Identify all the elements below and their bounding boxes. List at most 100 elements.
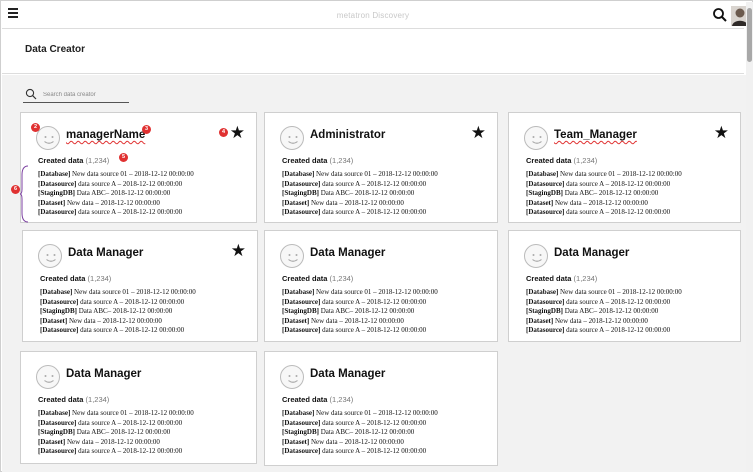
created-data-label: Created data (1,234) bbox=[38, 156, 109, 165]
creator-card[interactable]: Data Manager ★ Created data (1,234) [Databa… bbox=[22, 230, 258, 342]
created-data-entry[interactable]: [Datasource] data source A – 2018-12-12 … bbox=[38, 180, 194, 190]
created-data-entry[interactable]: [Dataset] New data – 2018-12-12 00:00:00 bbox=[282, 199, 438, 209]
entry-text: New data source 01 – 2018-12-12 00:00:00 bbox=[558, 288, 682, 296]
search-input[interactable] bbox=[43, 89, 127, 101]
created-data-entry[interactable]: [Datasource] data source A – 2018-12-12 … bbox=[526, 208, 682, 218]
created-data-entry[interactable]: [Database] New data source 01 – 2018-12-… bbox=[40, 288, 196, 298]
smiley-face-icon bbox=[36, 126, 60, 150]
entry-text: New data source 01 – 2018-12-12 00:00:00 bbox=[314, 409, 438, 417]
created-data-entry[interactable]: [Database] New data source 01 – 2018-12-… bbox=[38, 170, 194, 180]
smiley-face-icon bbox=[36, 365, 60, 389]
created-data-entry[interactable]: [Datasource] data source A – 2018-12-12 … bbox=[526, 298, 682, 308]
creator-card[interactable]: Data Manager Created data (1,234) [Databas… bbox=[20, 351, 257, 464]
created-data-entry[interactable]: [Dataset] New data – 2018-12-12 00:00:00 bbox=[38, 438, 194, 448]
created-data-entry[interactable]: [Datasource] data source A – 2018-12-12 … bbox=[526, 180, 682, 190]
page-title: Data Creator bbox=[25, 44, 86, 55]
entry-type: [Dataset] bbox=[40, 316, 68, 325]
creator-name: Data Manager bbox=[554, 247, 630, 259]
entry-type: [Datasource] bbox=[38, 418, 77, 427]
created-data-count: (1,234) bbox=[329, 156, 354, 165]
star-icon[interactable]: ★ bbox=[714, 124, 729, 141]
created-data-count: (1,234) bbox=[573, 156, 598, 165]
created-data-entry[interactable]: [Datasource] data source A – 2018-12-12 … bbox=[526, 326, 682, 336]
annotation-marker: 4 bbox=[219, 128, 228, 137]
created-data-entry[interactable]: [Datasource] data source A – 2018-12-12 … bbox=[40, 298, 196, 308]
search-icon[interactable] bbox=[712, 7, 728, 23]
annotation-marker: 2 bbox=[31, 123, 40, 132]
created-data-entry[interactable]: [Dataset] New data – 2018-12-12 00:00:00 bbox=[38, 199, 194, 209]
created-data-label: Created data (1,234) bbox=[526, 156, 597, 165]
creator-card[interactable]: Data Manager Created data (1,234) [Databas… bbox=[264, 351, 498, 466]
creator-name: Data Manager bbox=[310, 368, 386, 380]
created-data-entry[interactable]: [Datasource] data source A – 2018-12-12 … bbox=[282, 326, 438, 336]
created-data-entry[interactable]: [StagingDB] Data ABC– 2018-12-12 00:00:0… bbox=[526, 307, 682, 317]
created-data-entry[interactable]: [Datasource] data source A – 2018-12-12 … bbox=[282, 419, 438, 429]
created-data-entry[interactable]: [Database] New data source 01 – 2018-12-… bbox=[282, 170, 438, 180]
created-data-entry[interactable]: [Datasource] data source A – 2018-12-12 … bbox=[38, 419, 194, 429]
entry-text: New data source 01 – 2018-12-12 00:00:00 bbox=[558, 170, 682, 178]
created-data-entry[interactable]: [Dataset] New data – 2018-12-12 00:00:00 bbox=[282, 317, 438, 327]
search-field[interactable] bbox=[23, 87, 129, 103]
entry-text: data source A – 2018-12-12 00:00:00 bbox=[564, 297, 671, 306]
star-icon[interactable]: ★ bbox=[231, 242, 246, 259]
created-data-count: (1,234) bbox=[329, 274, 354, 283]
created-data-entry[interactable]: [StagingDB] Data ABC– 2018-12-12 00:00:0… bbox=[282, 189, 438, 199]
created-data-list: [Database] New data source 01 – 2018-12-… bbox=[526, 288, 682, 336]
created-data-title: Created data bbox=[282, 395, 328, 404]
creator-card[interactable]: Data Manager Created data (1,234) [Databas… bbox=[264, 230, 498, 342]
created-data-label: Created data (1,234) bbox=[282, 395, 353, 404]
created-data-entry[interactable]: [StagingDB] Data ABC– 2018-12-12 00:00:0… bbox=[526, 189, 682, 199]
created-data-entry[interactable]: [Dataset] New data – 2018-12-12 00:00:00 bbox=[282, 438, 438, 448]
scrollbar-thumb[interactable] bbox=[747, 8, 752, 62]
scrollbar[interactable] bbox=[746, 2, 753, 472]
star-icon[interactable]: ★ bbox=[471, 124, 486, 141]
created-data-entry[interactable]: [Datasource] data source A – 2018-12-12 … bbox=[40, 326, 196, 336]
entry-type: [Dataset] bbox=[282, 198, 310, 207]
entry-type: [Datasource] bbox=[282, 297, 321, 306]
created-data-title: Created data bbox=[40, 274, 86, 283]
creator-card[interactable]: managerName ★ Created data (1,234) [Databas… bbox=[11, 112, 257, 223]
brace-annotation bbox=[20, 165, 29, 223]
created-data-count: (1,234) bbox=[573, 274, 598, 283]
annotation-marker: 6 bbox=[11, 185, 20, 194]
entry-type: [Database] bbox=[282, 409, 315, 417]
entry-text: New data source 01 – 2018-12-12 00:00:00 bbox=[70, 170, 194, 178]
entry-text: New data – 2018-12-12 00:00:00 bbox=[309, 198, 404, 207]
created-data-entry[interactable]: [Database] New data source 01 – 2018-12-… bbox=[526, 170, 682, 180]
created-data-entry[interactable]: [StagingDB] Data ABC– 2018-12-12 00:00:0… bbox=[40, 307, 196, 317]
creator-card[interactable]: Administrator ★ Created data (1,234) [Datab… bbox=[264, 112, 498, 223]
entry-text: Data ABC– 2018-12-12 00:00:00 bbox=[562, 307, 659, 316]
entry-type: [StagingDB] bbox=[282, 307, 319, 316]
creator-card[interactable]: Data Manager Created data (1,234) [Databas… bbox=[508, 230, 741, 342]
created-data-entry[interactable]: [Datasource] data source A – 2018-12-12 … bbox=[38, 208, 194, 218]
created-data-entry[interactable]: [Database] New data source 01 – 2018-12-… bbox=[38, 409, 194, 419]
created-data-entry[interactable]: [Dataset] New data – 2018-12-12 00:00:00 bbox=[526, 199, 682, 209]
created-data-entry[interactable]: [StagingDB] Data ABC– 2018-12-12 00:00:0… bbox=[38, 428, 194, 438]
created-data-entry[interactable]: [Dataset] New data – 2018-12-12 00:00:00 bbox=[40, 317, 196, 327]
entry-text: data source A – 2018-12-12 00:00:00 bbox=[78, 297, 185, 306]
entry-text: data source A – 2018-12-12 00:00:00 bbox=[320, 179, 427, 188]
entry-type: [Dataset] bbox=[282, 316, 310, 325]
created-data-entry[interactable]: [StagingDB] Data ABC– 2018-12-12 00:00:0… bbox=[282, 307, 438, 317]
entry-type: [Datasource] bbox=[526, 297, 565, 306]
entry-text: data source A – 2018-12-12 00:00:00 bbox=[320, 447, 427, 456]
created-data-entry[interactable]: [Datasource] data source A – 2018-12-12 … bbox=[282, 298, 438, 308]
created-data-entry[interactable]: [Datasource] data source A – 2018-12-12 … bbox=[282, 180, 438, 190]
created-data-entry[interactable]: [Datasource] data source A – 2018-12-12 … bbox=[282, 447, 438, 457]
created-data-entry[interactable]: [StagingDB] Data ABC– 2018-12-12 00:00:0… bbox=[38, 189, 194, 199]
created-data-entry[interactable]: [StagingDB] Data ABC– 2018-12-12 00:00:0… bbox=[282, 428, 438, 438]
entry-type: [Datasource] bbox=[526, 208, 565, 217]
created-data-entry[interactable]: [Dataset] New data – 2018-12-12 00:00:00 bbox=[526, 317, 682, 327]
star-icon[interactable]: ★ bbox=[230, 124, 245, 141]
entry-text: New data – 2018-12-12 00:00:00 bbox=[553, 316, 648, 325]
created-data-entry[interactable]: [Datasource] data source A – 2018-12-12 … bbox=[38, 447, 194, 457]
created-data-entry[interactable]: [Database] New data source 01 – 2018-12-… bbox=[526, 288, 682, 298]
created-data-list: [Database] New data source 01 – 2018-12-… bbox=[40, 288, 196, 336]
creator-card[interactable]: Team_Manager ★ Created data (1,234) [Databa… bbox=[508, 112, 741, 223]
entry-text: data source A – 2018-12-12 00:00:00 bbox=[320, 326, 427, 335]
created-data-entry[interactable]: [Database] New data source 01 – 2018-12-… bbox=[282, 409, 438, 419]
created-data-entry[interactable]: [Datasource] data source A – 2018-12-12 … bbox=[282, 208, 438, 218]
entry-type: [Datasource] bbox=[526, 179, 565, 188]
created-data-entry[interactable]: [Database] New data source 01 – 2018-12-… bbox=[282, 288, 438, 298]
creator-name: Administrator bbox=[310, 129, 386, 141]
